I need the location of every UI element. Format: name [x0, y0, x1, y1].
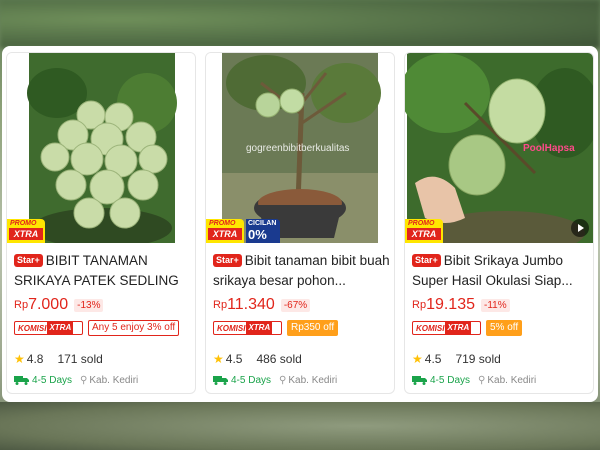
offer-tag: Any 5 enjoy 3% off	[88, 320, 180, 336]
rating-value: 4.5	[424, 352, 442, 366]
product-title[interactable]: Star+ Bibit tanaman bibit buah srikaya be…	[213, 251, 391, 291]
play-icon[interactable]	[571, 219, 589, 237]
truck-icon	[412, 376, 427, 385]
product-card[interactable]: PoolHapsa PROMO XTRA Star+ Bibit Srikaya …	[404, 52, 594, 394]
sold-count: 486 sold	[256, 352, 302, 366]
star-icon: ★	[213, 352, 224, 366]
product-price: 11.340	[227, 296, 275, 313]
product-card[interactable]: PROMO XTRA Star+ BIBIT TANAMAN SRIKAYA PA…	[6, 52, 196, 394]
discount-badge: -67%	[280, 298, 311, 312]
shipping-time: 4-5 Days	[231, 374, 272, 386]
star-plus-badge: Star+	[412, 254, 441, 267]
komisi-xtra-badge: KOMISI XTRA	[412, 321, 481, 335]
product-title[interactable]: Star+ BIBIT TANAMAN SRIKAYA PATEK SEDLING	[14, 251, 192, 291]
star-icon: ★	[412, 352, 423, 366]
image-watermark: gogreenbibitberkualitas	[246, 143, 350, 154]
discount-badge: -11%	[481, 298, 510, 312]
product-card[interactable]: gogreenbibitberkualitas PROMO XTRA CICIL…	[205, 52, 395, 394]
promo-xtra-badge: PROMO XTRA	[206, 219, 244, 243]
background-top	[0, 0, 600, 48]
background-bottom	[0, 402, 600, 450]
shipping-time: 4-5 Days	[32, 374, 73, 386]
location-pin-icon: ⚲	[279, 374, 287, 386]
komisi-xtra-badge: KOMISI XTRA	[14, 321, 83, 335]
location-pin-icon: ⚲	[80, 374, 88, 386]
product-image: gogreenbibitberkualitas PROMO XTRA CICIL…	[206, 53, 394, 243]
currency-label: Rp	[14, 299, 29, 311]
sold-count: 719 sold	[455, 352, 501, 366]
location-text: Kab. Kediri	[487, 374, 537, 386]
image-watermark: PoolHapsa	[523, 143, 575, 154]
location-pin-icon: ⚲	[478, 374, 486, 386]
currency-label: Rp	[412, 299, 427, 311]
rating-value: 4.8	[26, 352, 44, 366]
star-plus-badge: Star+	[213, 254, 242, 267]
location-text: Kab. Kediri	[89, 374, 139, 386]
location-text: Kab. Kediri	[288, 374, 338, 386]
star-plus-badge: Star+	[14, 254, 43, 267]
product-price: 19.135	[426, 296, 475, 313]
currency-label: Rp	[213, 299, 228, 311]
sold-count: 171 sold	[57, 352, 103, 366]
cicilan-badge: CICILAN 0%	[246, 219, 280, 243]
promo-xtra-badge: PROMO XTRA	[405, 219, 443, 243]
shipping-time: 4-5 Days	[430, 374, 471, 386]
discount-badge: -13%	[74, 298, 104, 312]
offer-tag: Rp350 off	[287, 320, 339, 336]
promo-xtra-badge: PROMO XTRA	[7, 219, 45, 243]
product-title[interactable]: Star+ Bibit Srikaya Jumbo Super Hasil Oku…	[412, 251, 590, 291]
truck-icon	[213, 376, 228, 385]
product-image: PoolHapsa PROMO XTRA	[405, 53, 593, 243]
product-image: PROMO XTRA	[7, 53, 195, 243]
star-icon: ★	[14, 352, 25, 366]
rating-value: 4.5	[225, 352, 243, 366]
offer-tag: 5% off	[486, 320, 523, 336]
product-price: 7.000	[28, 296, 69, 313]
komisi-xtra-badge: KOMISI XTRA	[213, 321, 282, 335]
truck-icon	[14, 376, 29, 385]
